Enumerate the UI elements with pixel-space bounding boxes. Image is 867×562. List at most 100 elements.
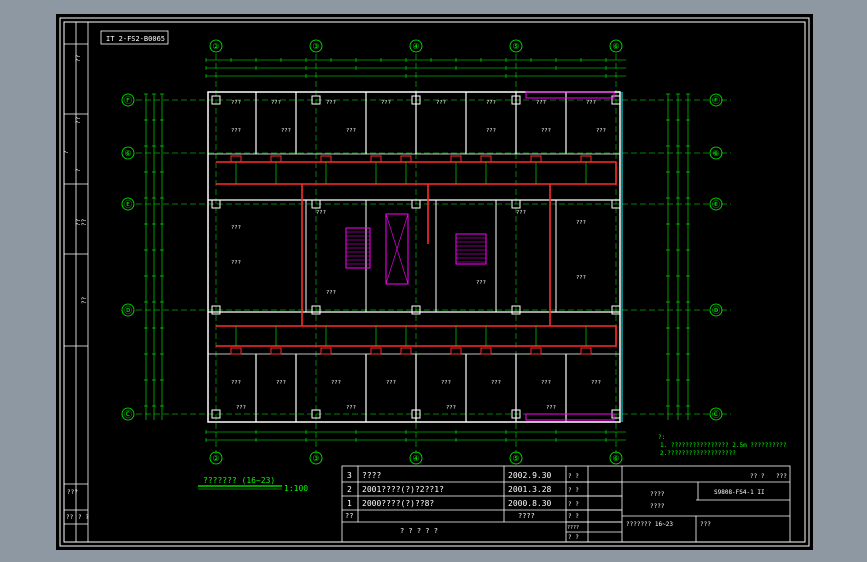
room-label-25: ??? xyxy=(331,380,341,386)
rev-desc-3: ???? xyxy=(362,471,381,480)
room-label-16: ??? xyxy=(231,260,241,266)
room-label-5: ??? xyxy=(436,100,446,106)
rev-date-1: 2000.8.30 xyxy=(508,499,552,508)
room-label-11: ??? xyxy=(346,128,356,134)
room-label-24: ??? xyxy=(276,380,286,386)
tb-top-right-a: ?? ? xyxy=(750,473,765,480)
rev-footer-marks: ? ? ? ? ? xyxy=(400,527,438,535)
stamp-text: IT 2-FS2-B0065 xyxy=(106,35,165,43)
room-label-32: ??? xyxy=(346,405,356,411)
tb-q5: ???? xyxy=(567,525,579,531)
room-label-23: ??? xyxy=(231,380,241,386)
left-title-strip xyxy=(64,22,89,542)
axis-right-4-label: Ⓒ xyxy=(712,410,720,419)
rev-footer-col2: ???? xyxy=(518,512,535,520)
room-label-8: ??? xyxy=(586,100,596,106)
room-label-19: ??? xyxy=(476,280,486,286)
room-label-2: ??? xyxy=(271,100,281,106)
air-diffuser-north xyxy=(580,155,592,163)
axis-top-3-label: ④ xyxy=(412,42,419,51)
strip-bottom-c: ? ? xyxy=(78,514,89,521)
tb-top-right-b: ??? xyxy=(776,473,787,480)
room-label-33: ??? xyxy=(446,405,456,411)
dimension-layer xyxy=(144,58,690,442)
window-band-north xyxy=(525,91,615,99)
strip-bottom-a: ??? xyxy=(67,489,78,496)
rev-desc-2: 2001????(?)?2??1? xyxy=(362,485,444,494)
tb-drawing-no: S9808-FS4-1 II xyxy=(714,489,765,496)
room-label-7: ??? xyxy=(536,100,546,106)
room-label-20: ??? xyxy=(516,210,526,216)
air-diffuser-south xyxy=(370,347,382,355)
air-diffuser-north xyxy=(530,155,542,163)
room-label-34: ??? xyxy=(546,405,556,411)
rev-date-2: 2001.3.28 xyxy=(508,485,552,494)
axis-right-1-label: Ⓕ xyxy=(712,96,720,105)
room-label-4: ??? xyxy=(381,100,391,106)
notes-line-2: 2.??????????????????? xyxy=(660,450,736,457)
room-label-12: ??? xyxy=(486,128,496,134)
stair-layer xyxy=(345,91,623,422)
room-label-15: ??? xyxy=(231,225,241,231)
stair-east xyxy=(455,233,487,265)
air-diffuser-north xyxy=(270,155,282,163)
air-diffuser-south xyxy=(270,347,282,355)
drawing-sheet: ?? ?? ? ? ?? ?? ?? ??? ?? ? ? IT 2-FS2-B… xyxy=(56,14,813,550)
tb-drawing-name: ??????? 16~23 xyxy=(626,521,673,528)
axis-left-1-label: Ⓕ xyxy=(124,96,132,105)
room-label-14: ??? xyxy=(596,128,606,134)
notes-line-1: 1. ???????????????? 2.5m ?????????? xyxy=(660,442,787,449)
strip-label-1: ?? xyxy=(75,54,82,62)
room-label-27: ??? xyxy=(441,380,451,386)
rev-date-3: 2002.9.30 xyxy=(508,471,552,480)
air-diffuser-south xyxy=(230,347,242,355)
room-label-31: ??? xyxy=(236,405,246,411)
floor-plan-drawing: ?? ?? ? ? ?? ?? ?? ??? ?? ? ? IT 2-FS2-B… xyxy=(59,17,810,547)
room-label-1: ??? xyxy=(231,100,241,106)
air-diffuser-south xyxy=(450,347,462,355)
axis-top-1-label: ② xyxy=(212,42,219,51)
room-label-26: ??? xyxy=(386,380,396,386)
room-label-21: ??? xyxy=(576,220,586,226)
rev-desc-1: 2000????(?)??8? xyxy=(362,499,434,508)
tb-project-a: ???? xyxy=(650,491,665,498)
air-diffuser-north xyxy=(450,155,462,163)
tb-q2: ? ? xyxy=(568,487,579,494)
axis-top-4-label: ⑤ xyxy=(512,42,519,51)
air-diffuser-south xyxy=(400,347,412,355)
air-diffuser-south xyxy=(480,347,492,355)
rev-no-3: 3 xyxy=(347,471,352,480)
room-label-9: ??? xyxy=(231,128,241,134)
air-diffuser-north xyxy=(370,155,382,163)
room-label-10: ??? xyxy=(281,128,291,134)
room-label-6: ??? xyxy=(486,100,496,106)
air-diffuser-north xyxy=(480,155,492,163)
outer-wall xyxy=(207,91,621,423)
outer-frame xyxy=(59,17,810,547)
axis-right-mid-label: ⑥ xyxy=(712,149,719,158)
air-diffuser-south xyxy=(320,347,332,355)
air-diffuser-north xyxy=(320,155,332,163)
axis-bottom-4-label: ⑤ xyxy=(512,454,519,463)
axis-bottom-1-label: ② xyxy=(212,454,219,463)
room-label-29: ??? xyxy=(541,380,551,386)
strip-label-7: ?? xyxy=(81,296,88,304)
tb-q1: ? ? xyxy=(568,473,579,480)
axis-bottom-2-label: ③ xyxy=(312,454,319,463)
tb-q6: ? ? xyxy=(568,534,579,541)
axis-top-2-label: ③ xyxy=(312,42,319,51)
drawing-title: ??????? (16~23) xyxy=(203,476,275,485)
strip-bottom-b: ?? xyxy=(66,514,74,521)
strip-label-4: ? xyxy=(75,168,82,172)
air-diffuser-south xyxy=(530,347,542,355)
strip-label-6: ?? xyxy=(81,218,88,226)
axis-right-3-label: Ⓓ xyxy=(712,306,720,315)
axis-top-5-label: ⑥ xyxy=(612,42,619,51)
axis-left-mid-label: ⑥ xyxy=(124,149,131,158)
strip-label-2: ?? xyxy=(75,116,82,124)
axis-left-3-label: Ⓓ xyxy=(124,306,132,315)
air-diffuser-south xyxy=(580,347,592,355)
room-label-13: ??? xyxy=(541,128,551,134)
tb-q4: ? ? xyxy=(568,513,579,520)
drawing-scale: 1:100 xyxy=(284,484,308,493)
